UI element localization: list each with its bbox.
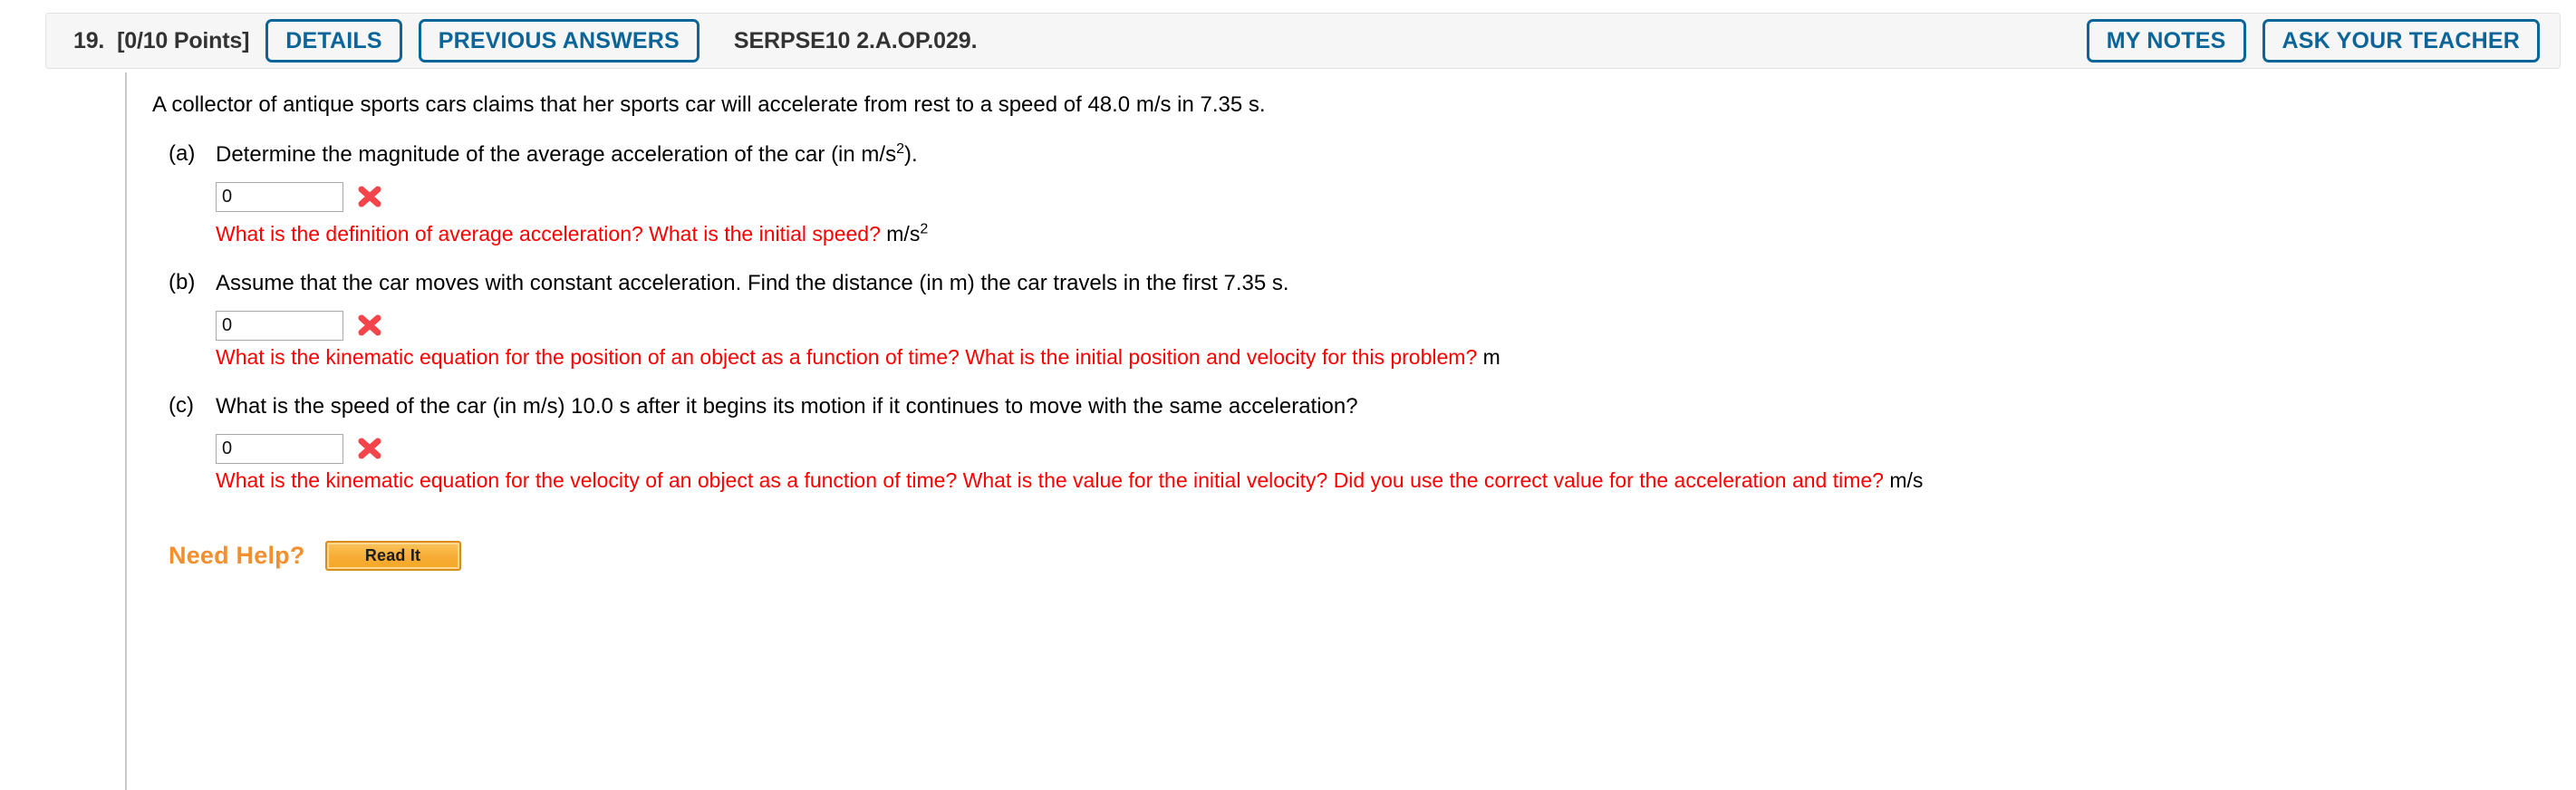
question-page: 19. [0/10 Points] DETAILS PREVIOUS ANSWE… bbox=[0, 0, 2576, 790]
question-code: SERPSE10 2.A.OP.029. bbox=[733, 27, 978, 53]
question-part-c: (c) What is the speed of the car (in m/s… bbox=[152, 392, 2571, 494]
previous-answers-button[interactable]: PREVIOUS ANSWERS bbox=[418, 19, 699, 63]
feedback-c: What is the kinematic equation for the v… bbox=[216, 467, 2571, 494]
unit-c: m/s bbox=[1889, 468, 1924, 493]
part-label-a: (a) bbox=[169, 141, 196, 167]
part-label-c: (c) bbox=[169, 393, 194, 419]
feedback-b-text: What is the kinematic equation for the p… bbox=[216, 345, 1478, 370]
part-prompt-a-exponent: 2 bbox=[896, 141, 904, 158]
part-prompt-c: What is the speed of the car (in m/s) 10… bbox=[216, 392, 2571, 420]
part-prompt-c-text: What is the speed of the car (in m/s) 10… bbox=[216, 394, 1358, 419]
incorrect-x-icon-a bbox=[354, 181, 385, 212]
incorrect-x-icon-b bbox=[354, 310, 385, 341]
answer-input-c[interactable] bbox=[216, 433, 343, 464]
unit-a-exponent: 2 bbox=[920, 221, 929, 237]
answer-row-a bbox=[216, 181, 2571, 212]
question-number: 19. bbox=[73, 27, 105, 53]
answer-input-a[interactable] bbox=[216, 181, 343, 212]
answer-input-b[interactable] bbox=[216, 310, 343, 341]
incorrect-x-icon-c bbox=[354, 433, 385, 464]
my-notes-button[interactable]: MY NOTES bbox=[2086, 19, 2246, 63]
header-right-actions: MY NOTES ASK YOUR TEACHER bbox=[2070, 19, 2543, 63]
feedback-c-text: What is the kinematic equation for the v… bbox=[216, 468, 1884, 493]
part-body-b: Assume that the car moves with constant … bbox=[216, 269, 2571, 371]
unit-a: m/s bbox=[886, 222, 921, 246]
part-label-b: (b) bbox=[169, 270, 196, 295]
part-prompt-b-text: Assume that the car moves with constant … bbox=[216, 271, 1289, 296]
details-button[interactable]: DETAILS bbox=[265, 19, 402, 63]
question-points: [0/10 Points] bbox=[117, 27, 250, 53]
question-content: A collector of antique sports cars claim… bbox=[127, 72, 2571, 571]
ask-your-teacher-button[interactable]: ASK YOUR TEACHER bbox=[2262, 19, 2540, 63]
feedback-b: What is the kinematic equation for the p… bbox=[216, 344, 2571, 371]
question-header: 19. [0/10 Points] DETAILS PREVIOUS ANSWE… bbox=[45, 13, 2561, 69]
question-stem: A collector of antique sports cars claim… bbox=[152, 92, 1266, 117]
need-help-label: Need Help? bbox=[169, 542, 305, 569]
part-prompt-a-text: Determine the magnitude of the average a… bbox=[216, 142, 897, 168]
part-body-c: What is the speed of the car (in m/s) 10… bbox=[216, 392, 2571, 494]
unit-b: m bbox=[1482, 345, 1500, 370]
answer-row-b bbox=[216, 310, 2571, 341]
part-prompt-a-tail: ). bbox=[903, 142, 918, 168]
read-it-button[interactable]: Read It bbox=[324, 541, 461, 571]
need-help-section: Need Help? Read It bbox=[169, 541, 2571, 571]
part-prompt-b: Assume that the car moves with constant … bbox=[216, 269, 2571, 297]
question-part-b: (b) Assume that the car moves with const… bbox=[152, 269, 2571, 371]
feedback-a-text: What is the definition of average accele… bbox=[216, 222, 881, 246]
part-prompt-a: Determine the magnitude of the average a… bbox=[216, 140, 2571, 169]
question-part-a: (a) Determine the magnitude of the avera… bbox=[152, 140, 2571, 247]
feedback-a: What is the definition of average accele… bbox=[216, 221, 2571, 247]
answer-row-c bbox=[216, 433, 2571, 464]
question-body-panel: A collector of antique sports cars claim… bbox=[125, 72, 2571, 790]
part-body-a: Determine the magnitude of the average a… bbox=[216, 140, 2571, 247]
